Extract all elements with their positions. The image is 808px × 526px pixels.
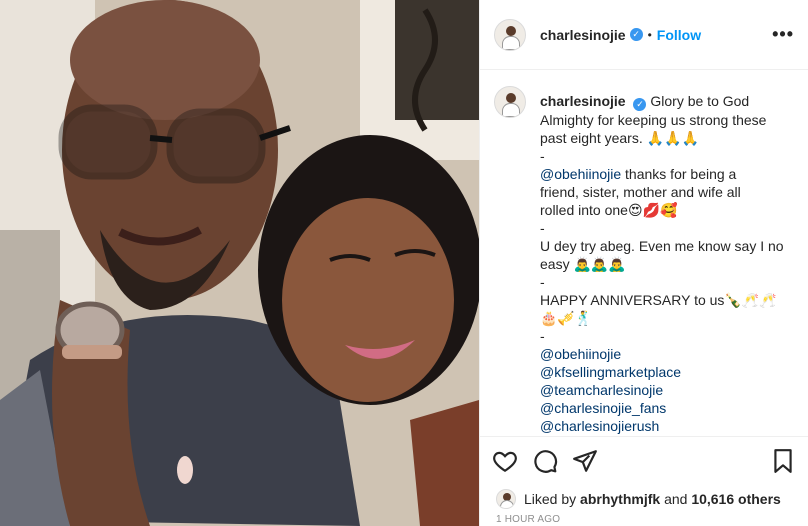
liker-username[interactable]: abrhythmjfk	[580, 491, 660, 507]
caption-line: charlesinojie ✓ Glory be to God	[540, 92, 790, 111]
share-icon[interactable]	[572, 448, 598, 474]
likes-row: Liked by abrhythmjfk and 10,616 others	[480, 484, 808, 514]
caption-text: charlesinojie ✓ Glory be to God Almighty…	[540, 92, 790, 436]
caption-line: U dey try abeg. Even me know say I no	[540, 238, 784, 254]
caption-avatar[interactable]	[494, 86, 526, 118]
caption-line: -	[540, 220, 545, 236]
post-photo[interactable]	[0, 0, 479, 526]
separator-dot: •	[647, 27, 652, 42]
verified-badge-icon: ✓	[629, 28, 643, 41]
mention-link[interactable]: @charlesinojierush	[540, 417, 790, 435]
caption-line: -	[540, 148, 545, 164]
caption-line: @obehiinojie thanks for being a	[540, 165, 790, 183]
avatar[interactable]	[494, 18, 526, 51]
mention-link[interactable]: @teamcharlesinojie	[540, 381, 790, 399]
caption-text-part: thanks for being a	[621, 166, 737, 182]
post-timestamp: 1 HOUR AGO	[496, 514, 561, 525]
caption-line: 🎂🎺🕺	[540, 310, 593, 326]
header-username[interactable]: charlesinojie	[540, 27, 626, 43]
likes-middle: and	[664, 491, 688, 507]
photo-couple-selfie	[0, 0, 479, 526]
caption-line: rolled into one😍💋🥰	[540, 202, 678, 218]
instagram-post: charlesinojie ✓ • Follow ••• charlesinoj…	[0, 0, 808, 526]
post-header: charlesinojie ✓ • Follow •••	[480, 0, 808, 70]
caption-username[interactable]: charlesinojie	[540, 93, 626, 109]
likes-prefix: Liked by	[524, 491, 577, 507]
caption-line: -	[540, 328, 545, 344]
more-options-icon[interactable]: •••	[772, 24, 794, 45]
mention-link[interactable]: @kfsellingmarketplace	[540, 363, 790, 381]
caption-line: friend, sister, mother and wife all	[540, 184, 741, 200]
mention-link[interactable]: @obehiinojie	[540, 345, 790, 363]
follow-button[interactable]: Follow	[657, 27, 701, 43]
caption-line: past eight years. 🙏🙏🙏	[540, 130, 699, 146]
caption-line: HAPPY ANNIVERSARY to us🍾🥂🥂	[540, 292, 777, 308]
bookmark-icon[interactable]	[770, 448, 796, 474]
caption-line: Almighty for keeping us strong these	[540, 112, 767, 128]
likes-others-link[interactable]: 10,616 others	[691, 491, 781, 507]
heart-icon[interactable]	[492, 448, 518, 474]
mention-link[interactable]: @obehiinojie	[540, 166, 621, 182]
action-bar	[480, 436, 808, 484]
mention-link[interactable]: @charlesinojie_fans	[540, 399, 790, 417]
post-side-panel: charlesinojie ✓ • Follow ••• charlesinoj…	[479, 0, 808, 526]
verified-badge-icon: ✓	[633, 98, 647, 111]
liker-avatar[interactable]	[496, 489, 516, 509]
caption-text-part: Glory be to God	[650, 93, 750, 109]
caption-line: -	[540, 274, 545, 290]
caption-section: charlesinojie ✓ Glory be to God Almighty…	[480, 70, 808, 436]
comment-icon[interactable]	[532, 448, 558, 474]
caption-line: easy 🙇‍♂️🙇‍♂️🙇‍♂️	[540, 256, 626, 272]
